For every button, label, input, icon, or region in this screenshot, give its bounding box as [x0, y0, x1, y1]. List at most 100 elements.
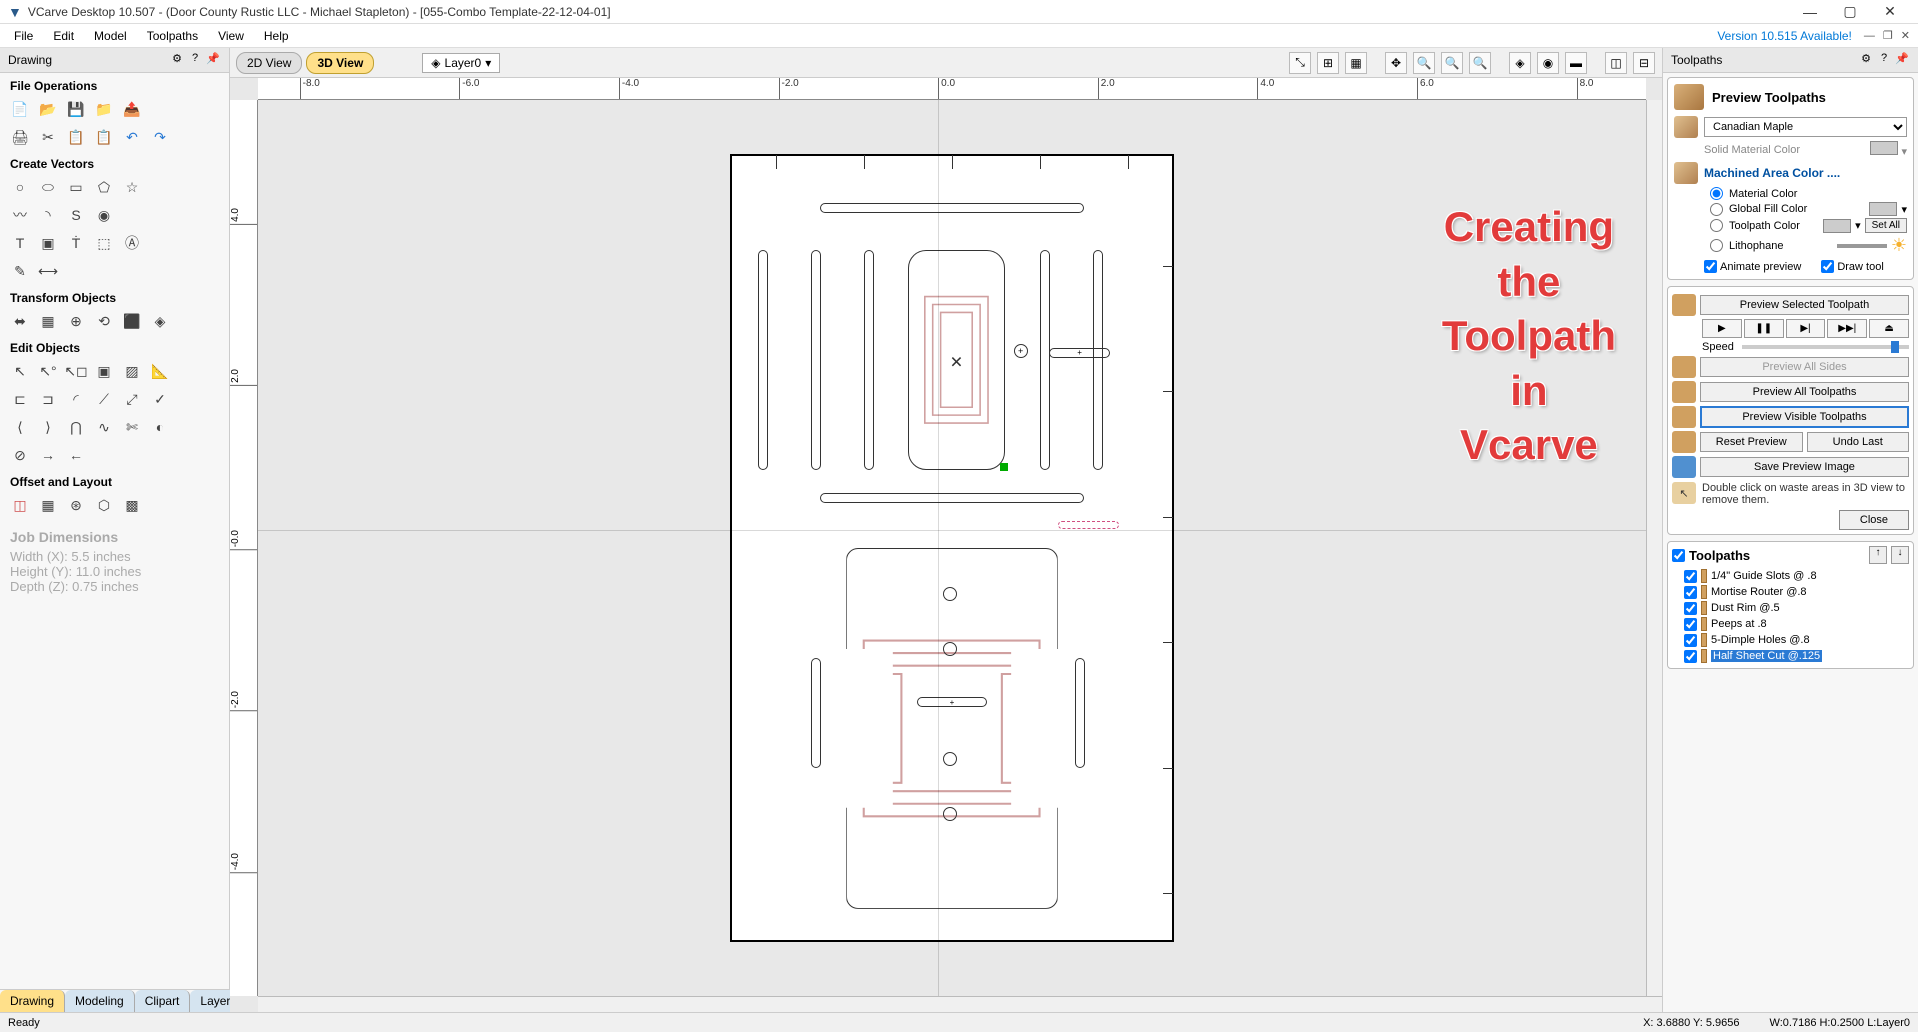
boolean-icon[interactable]: ◐	[148, 415, 172, 439]
panel-pin-icon[interactable]: 📌	[1894, 52, 1910, 68]
panel-options-icon[interactable]: ⚙	[169, 52, 185, 68]
grid-icon[interactable]: ▦	[1345, 52, 1367, 74]
menu-edit[interactable]: Edit	[43, 27, 84, 45]
open-file-icon[interactable]: 📂	[36, 97, 60, 121]
minimize-button[interactable]: —	[1790, 4, 1830, 20]
group-icon[interactable]: ▣	[92, 359, 116, 383]
close-button[interactable]: ✕	[1870, 3, 1910, 20]
view-3d-icon[interactable]: ◉	[1537, 52, 1559, 74]
zoom-sel-icon[interactable]: 🔍	[1441, 52, 1463, 74]
menu-help[interactable]: Help	[254, 27, 299, 45]
global-color-swatch[interactable]	[1869, 202, 1897, 216]
pause-button[interactable]: ❚❚	[1744, 319, 1784, 338]
toolpath-item[interactable]: Dust Rim @.5	[1672, 600, 1909, 616]
menu-model[interactable]: Model	[84, 27, 137, 45]
canvas-area[interactable]: -8.0 -6.0 -4.0 -2.0 0.0 2.0 4.0 6.0 8.0 …	[230, 78, 1662, 1012]
select-icon[interactable]: ↖	[8, 359, 32, 383]
toolpath-color-swatch[interactable]	[1823, 219, 1851, 233]
star-icon[interactable]: ☆	[120, 175, 144, 199]
scale-icon[interactable]: ⬛	[120, 309, 144, 333]
text-arc-icon[interactable]: Ⓐ	[120, 231, 144, 255]
snap-icon[interactable]: ⤡	[1289, 52, 1311, 74]
center-icon[interactable]: ⊕	[64, 309, 88, 333]
plate-icon[interactable]: ▩	[120, 493, 144, 517]
panel-options-icon[interactable]: ⚙	[1858, 52, 1874, 68]
canvas[interactable]: ✕ + +	[258, 100, 1646, 996]
preview-all-sides-button[interactable]: Preview All Sides	[1700, 357, 1909, 377]
align-icon[interactable]: ▦	[36, 309, 60, 333]
array-icon[interactable]: ▦	[36, 493, 60, 517]
view-material-icon[interactable]: ▬	[1565, 52, 1587, 74]
tile-v-icon[interactable]: ⊟	[1633, 52, 1655, 74]
subtract-icon[interactable]: ⟩	[36, 415, 60, 439]
panel-help-icon[interactable]: ?	[1876, 52, 1892, 68]
frame-minimize-button[interactable]: —	[1860, 30, 1879, 42]
maximize-button[interactable]: ▢	[1830, 3, 1870, 20]
draw-tool-checkbox[interactable]	[1821, 260, 1834, 273]
rotate-icon[interactable]: ⟲	[92, 309, 116, 333]
print-icon[interactable]: 🖨	[8, 125, 32, 149]
menu-file[interactable]: File	[4, 27, 43, 45]
set-all-button[interactable]: Set All	[1865, 218, 1907, 233]
menu-view[interactable]: View	[208, 27, 254, 45]
extend-icon[interactable]: ⤢	[120, 387, 144, 411]
import-icon[interactable]: 📁	[92, 97, 116, 121]
tab-3d-view[interactable]: 3D View	[306, 52, 374, 74]
radio-global-fill[interactable]	[1710, 203, 1723, 216]
step-button[interactable]: ▶|	[1786, 319, 1826, 338]
arrow-left-icon[interactable]: ←	[64, 443, 88, 467]
measure-icon[interactable]: 📐	[148, 359, 172, 383]
solid-color-swatch[interactable]	[1870, 141, 1898, 155]
break-icon[interactable]: ⊘	[8, 443, 32, 467]
freehand-icon[interactable]: ✎	[8, 259, 32, 283]
frame-close-button[interactable]: ✕	[1897, 29, 1914, 42]
move-icon[interactable]: ⬌	[8, 309, 32, 333]
tab-modeling[interactable]: Modeling	[65, 990, 135, 1012]
animate-checkbox[interactable]	[1704, 260, 1717, 273]
move-down-button[interactable]: ↓	[1891, 546, 1909, 564]
mirror-icon[interactable]: ◈	[148, 309, 172, 333]
validate-icon[interactable]: ✓	[148, 387, 172, 411]
save-file-icon[interactable]: 💾	[64, 97, 88, 121]
trim-icon[interactable]: ⟋	[92, 387, 116, 411]
select-open-icon[interactable]: ↖◻	[64, 359, 88, 383]
join-icon[interactable]: ⊏	[8, 387, 32, 411]
reset-preview-button[interactable]: Reset Preview	[1700, 432, 1803, 452]
preview-all-button[interactable]: Preview All Toolpaths	[1700, 382, 1909, 402]
pan-icon[interactable]: ✥	[1385, 52, 1407, 74]
speed-slider[interactable]	[1742, 345, 1909, 349]
close-button[interactable]: Close	[1839, 510, 1909, 530]
node-edit-icon[interactable]: ↖°	[36, 359, 60, 383]
intersect-icon[interactable]: ⋂	[64, 415, 88, 439]
fillet-icon[interactable]: ◜	[64, 387, 88, 411]
text-box-icon[interactable]: ▣	[36, 231, 60, 255]
scissors-icon[interactable]: ✄	[120, 415, 144, 439]
arrow-right-icon[interactable]: →	[36, 443, 60, 467]
preview-visible-button[interactable]: Preview Visible Toolpaths	[1700, 406, 1909, 428]
tab-drawing[interactable]: Drawing	[0, 990, 65, 1012]
undo-icon[interactable]: ↶	[120, 125, 144, 149]
ungroup-icon[interactable]: ▨	[120, 359, 144, 383]
play-button[interactable]: ▶	[1702, 319, 1742, 338]
radio-lithophane[interactable]	[1710, 239, 1723, 252]
copy-icon[interactable]: 📋	[64, 125, 88, 149]
curve-fit-icon[interactable]: ∿	[92, 415, 116, 439]
export-icon[interactable]: 📤	[120, 97, 144, 121]
radio-toolpath-color[interactable]	[1710, 219, 1723, 232]
toolpath-item[interactable]: 1/4" Guide Slots @ .8	[1672, 568, 1909, 584]
machined-area-link[interactable]: Machined Area Color ....	[1704, 166, 1840, 180]
panel-help-icon[interactable]: ?	[187, 52, 203, 68]
move-up-button[interactable]: ↑	[1869, 546, 1887, 564]
cut-icon[interactable]: ✂	[36, 125, 60, 149]
tab-clipart[interactable]: Clipart	[135, 990, 191, 1012]
paste-icon[interactable]: 📋	[92, 125, 116, 149]
tab-2d-view[interactable]: 2D View	[236, 52, 302, 74]
dimension-icon[interactable]: ⟷	[36, 259, 60, 283]
polygon-icon[interactable]: ⬠	[92, 175, 116, 199]
menu-toolpaths[interactable]: Toolpaths	[137, 27, 208, 45]
redo-icon[interactable]: ↷	[148, 125, 172, 149]
grid-toggle-icon[interactable]: ⊞	[1317, 52, 1339, 74]
close-vec-icon[interactable]: ⊐	[36, 387, 60, 411]
toolpaths-master-checkbox[interactable]	[1672, 549, 1685, 562]
curve-icon[interactable]: S	[64, 203, 88, 227]
